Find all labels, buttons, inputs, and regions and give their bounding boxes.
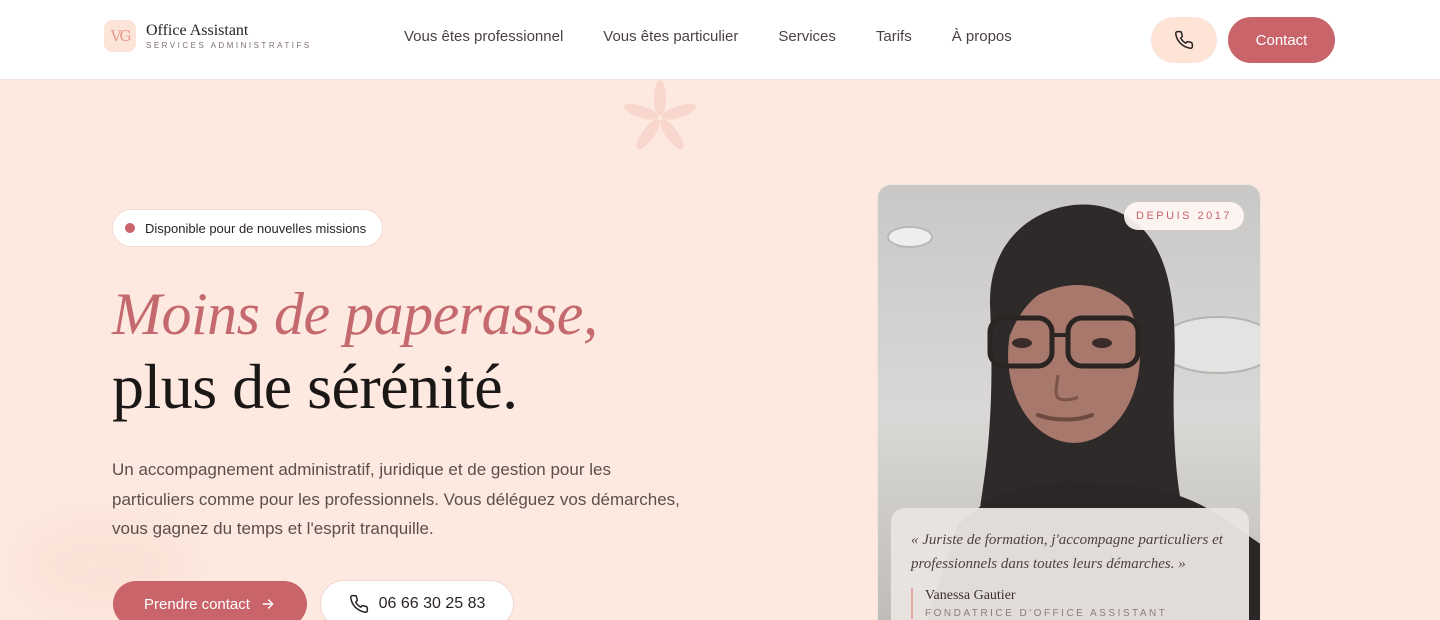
- quote-card: « Juriste de formation, j'accompagne par…: [891, 508, 1249, 620]
- logo-subtitle: SERVICES ADMINISTRATIFS: [146, 40, 312, 50]
- logo-text: Office Assistant SERVICES ADMINISTRATIFS: [146, 21, 312, 50]
- arrow-right-icon: [262, 599, 274, 609]
- phone-number: 06 66 30 25 83: [378, 595, 486, 612]
- hero-title-regular: plus de sérénité.: [112, 351, 518, 422]
- founder-quote: « Juriste de formation, j'accompagne par…: [911, 532, 1223, 572]
- quote-author: Vanessa Gautier FONDATRICE D'OFFICE ASSI…: [911, 588, 1229, 619]
- portrait-card: DEPUIS 2017 « Juriste de formation, j'ac…: [877, 184, 1261, 620]
- hero-title-italic: Moins de paperasse,: [112, 281, 598, 347]
- nav-professionnel[interactable]: Vous êtes professionnel: [404, 28, 563, 45]
- nav-particulier[interactable]: Vous êtes particulier: [603, 28, 738, 45]
- nav-tarifs[interactable]: Tarifs: [876, 28, 912, 45]
- since-badge: DEPUIS 2017: [1124, 202, 1244, 230]
- author-role: FONDATRICE D'OFFICE ASSISTANT: [925, 608, 1168, 619]
- prendre-contact-label: Prendre contact: [144, 595, 250, 613]
- nav-a-propos[interactable]: À propos: [952, 28, 1012, 45]
- availability-text: Disponible pour de nouvelles missions: [145, 220, 367, 236]
- author-name: Vanessa Gautier: [925, 588, 1016, 603]
- phone-icon: [1175, 30, 1194, 49]
- status-dot: [125, 223, 135, 233]
- decorative-flower: [623, 80, 697, 150]
- hero-lead: Un accompagnement administratif, juridiq…: [112, 460, 680, 538]
- phone-button[interactable]: [1151, 17, 1217, 63]
- phone-icon: [349, 594, 368, 613]
- logo-mark: VG: [104, 20, 136, 52]
- contact-button[interactable]: Contact: [1228, 17, 1335, 63]
- prendre-contact-button[interactable]: Prendre contact: [113, 581, 307, 620]
- nav-services[interactable]: Services: [778, 28, 836, 45]
- main-nav: Vous êtes professionnel Vous êtes partic…: [404, 28, 1012, 45]
- availability-badge: Disponible pour de nouvelles missions: [112, 209, 384, 247]
- site-header: VG Office Assistant SERVICES ADMINISTRAT…: [0, 0, 1440, 80]
- logo[interactable]: VG Office Assistant SERVICES ADMINISTRAT…: [104, 20, 312, 52]
- phone-number-button[interactable]: 06 66 30 25 83: [320, 580, 514, 620]
- logo-title: Office Assistant: [146, 21, 249, 39]
